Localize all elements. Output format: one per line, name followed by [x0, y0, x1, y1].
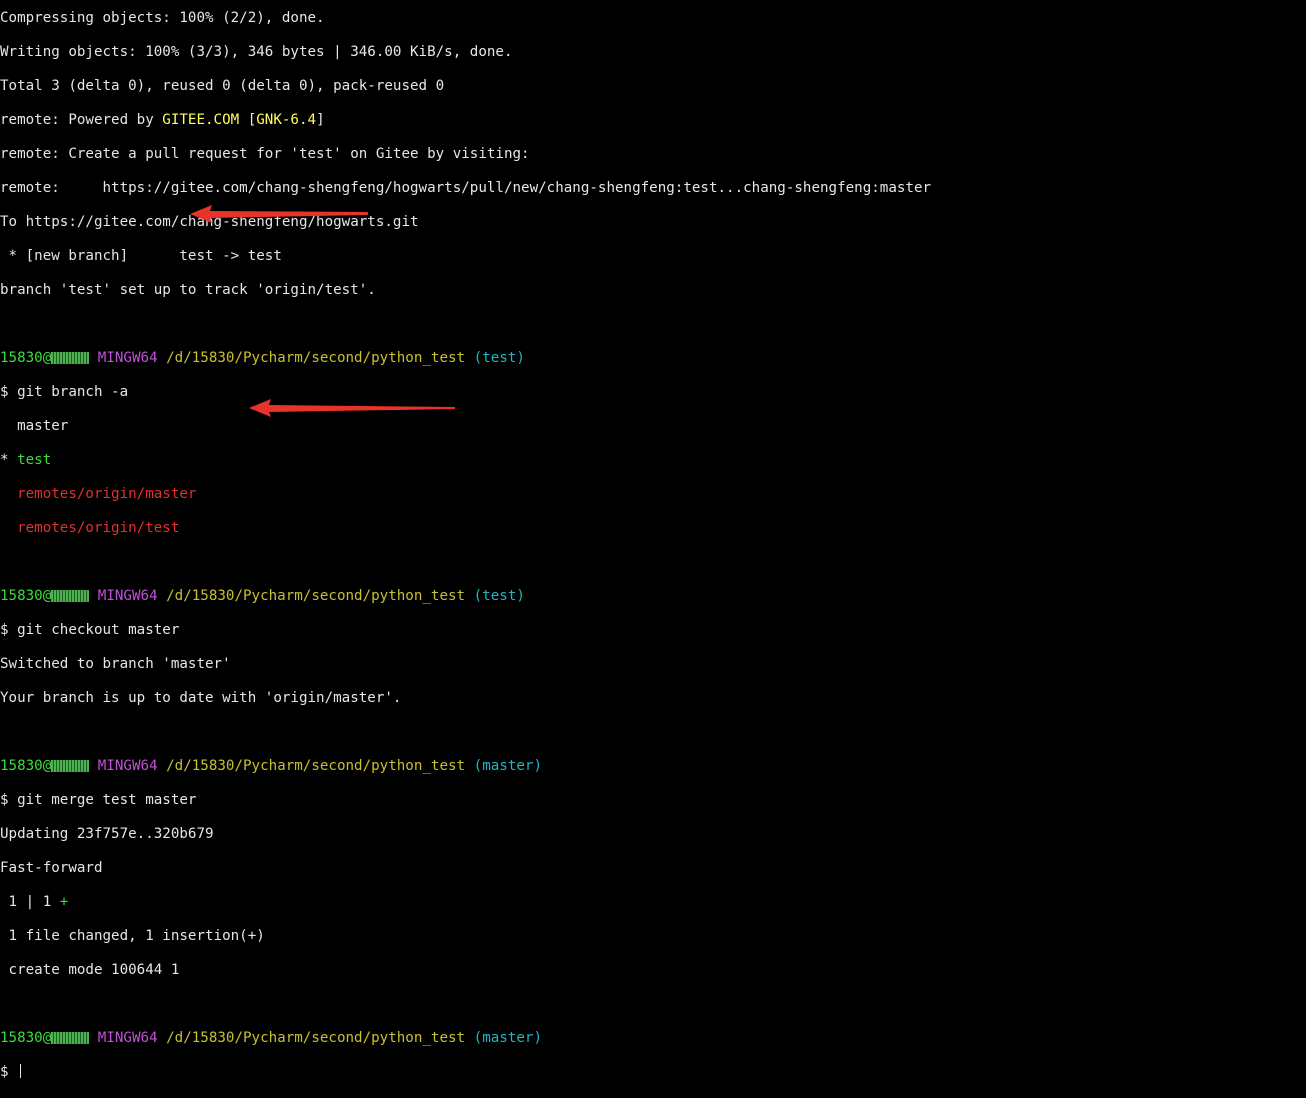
prompt-env: MINGW64	[97, 758, 158, 774]
output-line: Compressing objects: 100% (2/2), done.	[0, 10, 325, 26]
prompt-user: 15830@	[0, 1030, 52, 1046]
output-line: create mode 100644 1	[0, 962, 180, 978]
output-line: * [new branch] test -> test	[0, 248, 282, 264]
prompt-line: 15830@ MINGW64 /d/15830/Pycharm/second/p…	[0, 588, 1306, 605]
gitee-brand: GITEE.COM	[162, 112, 240, 128]
annotation-arrow-icon	[249, 399, 455, 417]
output-line: Writing objects: 100% (3/3), 346 bytes |…	[0, 44, 513, 60]
gnk-version: GNK-6.4	[256, 112, 317, 128]
text-cursor	[20, 1064, 22, 1078]
open-bracket: [	[239, 112, 257, 128]
prompt-path: /d/15830/Pycharm/second/python_test	[166, 588, 466, 604]
prompt-branch: (test)	[473, 350, 525, 366]
command-line: $ git checkout master	[0, 622, 180, 638]
output-line: Fast-forward	[0, 860, 103, 876]
prompt-user: 15830@	[0, 588, 52, 604]
prompt-path: /d/15830/Pycharm/second/python_test	[166, 1030, 466, 1046]
prompt-hostname-glyphs	[51, 590, 90, 602]
diff-stat-prefix: 1 | 1	[0, 894, 60, 910]
remote-branch-test: remotes/origin/test	[17, 520, 180, 536]
active-prompt-line[interactable]: $	[0, 1064, 1306, 1081]
remote-branch-line: remotes/origin/master	[0, 486, 1306, 503]
command-line: $ git merge test master	[0, 792, 197, 808]
prompt-line: 15830@ MINGW64 /d/15830/Pycharm/second/p…	[0, 1030, 1306, 1047]
output-line: Total 3 (delta 0), reused 0 (delta 0), p…	[0, 78, 445, 94]
current-branch-star: *	[0, 452, 18, 468]
output-line: remote: https://gitee.com/chang-shengfen…	[0, 180, 932, 196]
prompt-user: 15830@	[0, 758, 52, 774]
prompt-hostname-glyphs	[51, 352, 90, 364]
remote-branch-line: remotes/origin/test	[0, 520, 1306, 537]
command-line: $ git branch -a	[0, 384, 129, 400]
annotation-arrow-icon	[190, 205, 368, 223]
prompt-hostname-glyphs	[51, 760, 90, 772]
remote-powered-line: remote: Powered by GITEE.COM [GNK-6.4]	[0, 112, 1306, 129]
output-line: remote: Create a pull request for 'test'…	[0, 146, 530, 162]
prompt-user: 15830@	[0, 350, 52, 366]
prompt-hostname-glyphs	[51, 1032, 90, 1044]
output-line: Updating 23f757e..320b679	[0, 826, 214, 842]
shell-prompt-dollar: $	[0, 1064, 18, 1080]
prompt-env: MINGW64	[97, 1030, 158, 1046]
diff-stat-plus: +	[59, 894, 69, 910]
output-line: 1 file changed, 1 insertion(+)	[0, 928, 265, 944]
prompt-line: 15830@ MINGW64 /d/15830/Pycharm/second/p…	[0, 350, 1306, 367]
remote-powered-prefix: remote: Powered by	[0, 112, 163, 128]
prompt-path: /d/15830/Pycharm/second/python_test	[166, 350, 466, 366]
remote-branch-master: remotes/origin/master	[17, 486, 197, 502]
close-bracket: ]	[316, 112, 325, 128]
branch-test-current: * test	[0, 452, 1306, 469]
terminal-output[interactable]: Compressing objects: 100% (2/2), done. W…	[0, 0, 1306, 1080]
output-line: branch 'test' set up to track 'origin/te…	[0, 282, 376, 298]
current-branch-name: test	[17, 452, 52, 468]
diff-stat-line: 1 | 1 +	[0, 894, 1306, 911]
prompt-branch: (master)	[473, 758, 542, 774]
prompt-line: 15830@ MINGW64 /d/15830/Pycharm/second/p…	[0, 758, 1306, 775]
output-line: Your branch is up to date with 'origin/m…	[0, 690, 402, 706]
prompt-branch: (master)	[473, 1030, 542, 1046]
branch-master: master	[0, 418, 69, 434]
prompt-path: /d/15830/Pycharm/second/python_test	[166, 758, 466, 774]
prompt-env: MINGW64	[97, 350, 158, 366]
output-line: Switched to branch 'master'	[0, 656, 231, 672]
prompt-env: MINGW64	[97, 588, 158, 604]
prompt-branch: (test)	[473, 588, 525, 604]
